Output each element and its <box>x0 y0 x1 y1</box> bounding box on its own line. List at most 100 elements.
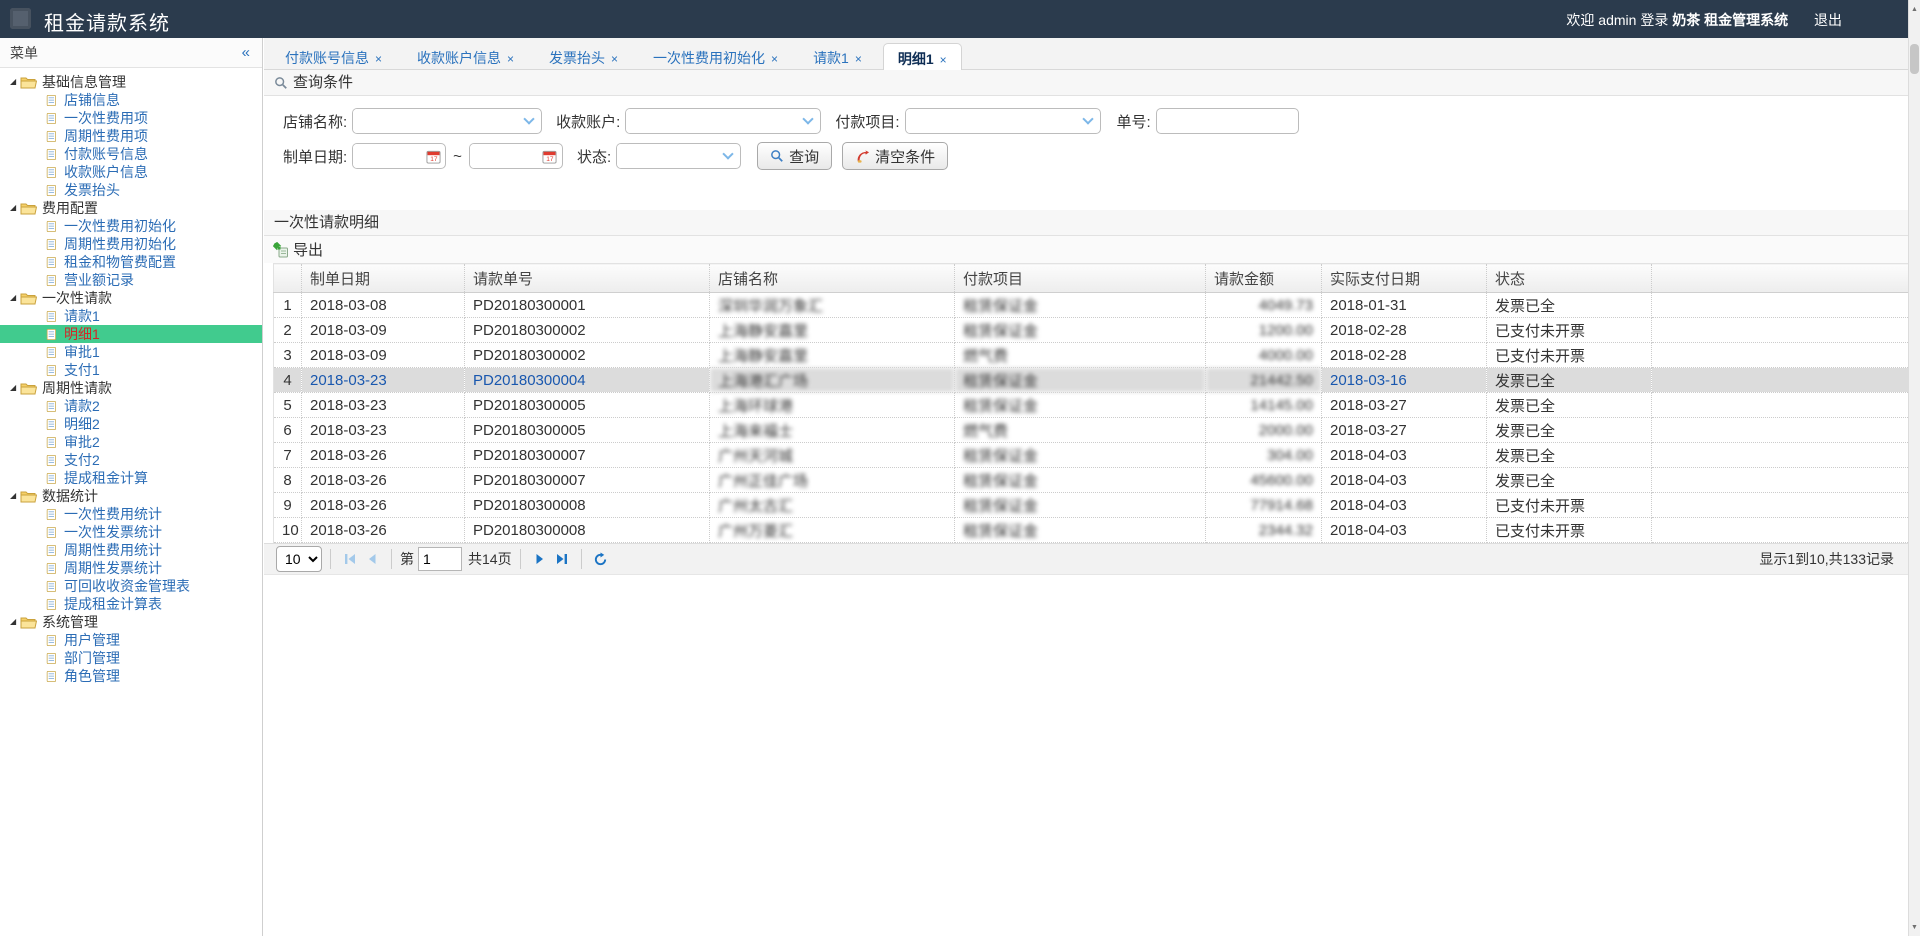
table-row[interactable]: 52018-03-23PD20180300005上海环球港租赁保证金14145.… <box>274 393 1909 418</box>
table-row[interactable]: 102018-03-26PD20180300008广州万菱汇租赁保证金2344.… <box>274 518 1909 543</box>
column-header[interactable]: 付款项目 <box>955 264 1206 293</box>
tree-item-0-5[interactable]: 发票抬头 <box>0 181 262 199</box>
tab-close-icon[interactable]: × <box>507 52 514 66</box>
calendar-icon[interactable]: 17 <box>421 144 445 168</box>
last-page-icon[interactable] <box>551 548 573 570</box>
chevron-down-icon[interactable] <box>716 144 740 168</box>
make-date-from[interactable]: 17 <box>352 143 446 169</box>
tab-close-icon[interactable]: × <box>611 52 618 66</box>
scrollbar-thumb[interactable] <box>1910 44 1919 74</box>
tree-item-3-3[interactable]: 支付2 <box>0 451 262 469</box>
column-header[interactable]: 实际支付日期 <box>1322 264 1487 293</box>
tree-item-4-4[interactable]: 可回收收资金管理表 <box>0 577 262 595</box>
tree-item-2-0[interactable]: 请款1 <box>0 307 262 325</box>
tree-item-0-1[interactable]: 一次性费用项 <box>0 109 262 127</box>
tree-folder-1[interactable]: ◢费用配置 <box>0 199 262 217</box>
table-row[interactable]: 92018-03-26PD20180300008广州太古汇租赁保证金77914.… <box>274 493 1909 518</box>
make-date-to[interactable]: 17 <box>469 143 563 169</box>
pay-item-input[interactable] <box>906 109 1076 133</box>
tree-folder-3[interactable]: ◢周期性请款 <box>0 379 262 397</box>
tree-expand-icon[interactable]: ◢ <box>10 199 20 217</box>
tree-item-3-4[interactable]: 提成租金计算 <box>0 469 262 487</box>
tab-close-icon[interactable]: × <box>771 52 778 66</box>
tree-item-0-3[interactable]: 付款账号信息 <box>0 145 262 163</box>
tree-expand-icon[interactable]: ◢ <box>10 379 20 397</box>
tree-expand-icon[interactable]: ◢ <box>10 73 20 91</box>
tree-folder-2[interactable]: ◢一次性请款 <box>0 289 262 307</box>
scroll-up-icon[interactable]: ▲ <box>1909 2 1920 16</box>
tree-item-0-4[interactable]: 收款账户信息 <box>0 163 262 181</box>
tree-item-1-2[interactable]: 租金和物管费配置 <box>0 253 262 271</box>
page-number-input[interactable] <box>418 547 462 571</box>
tree-item-4-0[interactable]: 一次性费用统计 <box>0 505 262 523</box>
make-date-from-input[interactable] <box>353 144 421 168</box>
tree-expand-icon[interactable]: ◢ <box>10 613 20 631</box>
vertical-scrollbar[interactable]: ▲ ▼ <box>1908 0 1920 936</box>
table-row[interactable]: 22018-03-09PD20180300002上海静安嘉里租赁保证金1200.… <box>274 318 1909 343</box>
table-row[interactable]: 12018-03-08PD20180300001深圳华润万象汇租赁保证金4049… <box>274 293 1909 318</box>
tree-item-4-3[interactable]: 周期性发票统计 <box>0 559 262 577</box>
tree-folder-5[interactable]: ◢系统管理 <box>0 613 262 631</box>
status-combo[interactable] <box>616 143 741 169</box>
tree-item-3-1[interactable]: 明细2 <box>0 415 262 433</box>
table-row[interactable]: 32018-03-09PD20180300002上海静安嘉里燃气费4000.00… <box>274 343 1909 368</box>
scroll-down-icon[interactable]: ▼ <box>1909 920 1920 934</box>
table-row[interactable]: 62018-03-23PD20180300005上海来福士燃气费2000.002… <box>274 418 1909 443</box>
status-input[interactable] <box>617 144 716 168</box>
shop-name-input[interactable] <box>353 109 517 133</box>
shop-name-combo[interactable] <box>352 108 542 134</box>
column-header[interactable]: 店铺名称 <box>710 264 955 293</box>
clear-button[interactable]: 清空条件 <box>842 142 948 170</box>
search-button[interactable]: 查询 <box>757 142 832 170</box>
table-row[interactable]: 82018-03-26PD20180300007广州正佳广场租赁保证金45600… <box>274 468 1909 493</box>
tree-item-3-2[interactable]: 审批2 <box>0 433 262 451</box>
table-row[interactable]: 72018-03-26PD20180300007广州天河城租赁保证金304.00… <box>274 443 1909 468</box>
tree-item-0-2[interactable]: 周期性费用项 <box>0 127 262 145</box>
pay-item-combo[interactable] <box>905 108 1101 134</box>
column-header[interactable]: 制单日期 <box>302 264 465 293</box>
first-page-icon[interactable] <box>339 548 361 570</box>
chevron-down-icon[interactable] <box>796 109 820 133</box>
column-header[interactable] <box>274 264 302 293</box>
refresh-icon[interactable] <box>590 548 612 570</box>
tree-item-1-0[interactable]: 一次性费用初始化 <box>0 217 262 235</box>
tree-item-5-1[interactable]: 部门管理 <box>0 649 262 667</box>
tree-item-4-5[interactable]: 提成租金计算表 <box>0 595 262 613</box>
tree-item-4-2[interactable]: 周期性费用统计 <box>0 541 262 559</box>
export-button[interactable]: 导出 <box>273 239 323 260</box>
tree-folder-0[interactable]: ◢基础信息管理 <box>0 73 262 91</box>
bill-no-input[interactable] <box>1156 108 1299 134</box>
tree-folder-4[interactable]: ◢数据统计 <box>0 487 262 505</box>
sidebar-collapse-icon[interactable]: « <box>242 38 250 68</box>
calendar-icon[interactable]: 17 <box>538 144 562 168</box>
tree-item-2-3[interactable]: 支付1 <box>0 361 262 379</box>
tree-item-2-2[interactable]: 审批1 <box>0 343 262 361</box>
tree-item-3-0[interactable]: 请款2 <box>0 397 262 415</box>
prev-page-icon[interactable] <box>361 548 383 570</box>
column-header[interactable]: 请款金额 <box>1206 264 1322 293</box>
tree-item-5-2[interactable]: 角色管理 <box>0 667 262 685</box>
tab-close-icon[interactable]: × <box>375 52 382 66</box>
tree-item-1-1[interactable]: 周期性费用初始化 <box>0 235 262 253</box>
tree-expand-icon[interactable]: ◢ <box>10 487 20 505</box>
column-header[interactable]: 请款单号 <box>465 264 710 293</box>
tree-item-0-0[interactable]: 店铺信息 <box>0 91 262 109</box>
tab-close-icon[interactable]: × <box>855 52 862 66</box>
tree-item-5-0[interactable]: 用户管理 <box>0 631 262 649</box>
make-date-to-input[interactable] <box>470 144 538 168</box>
column-header[interactable]: 状态 <box>1487 264 1652 293</box>
tab-close-icon[interactable]: × <box>940 53 947 67</box>
page-size-select[interactable]: 10 <box>276 546 322 572</box>
tree-item-4-1[interactable]: 一次性发票统计 <box>0 523 262 541</box>
chevron-down-icon[interactable] <box>1076 109 1100 133</box>
tree-item-2-1[interactable]: 明细1 <box>0 325 262 343</box>
payee-account-combo[interactable] <box>625 108 821 134</box>
tree-item-1-3[interactable]: 营业额记录 <box>0 271 262 289</box>
table-row[interactable]: 42018-03-23PD20180300004上海港汇广场租赁保证金21442… <box>274 368 1909 393</box>
logout-link[interactable]: 退出 <box>1814 12 1842 28</box>
column-header[interactable] <box>1652 264 1909 293</box>
payee-account-input[interactable] <box>626 109 796 133</box>
chevron-down-icon[interactable] <box>517 109 541 133</box>
tree-expand-icon[interactable]: ◢ <box>10 289 20 307</box>
next-page-icon[interactable] <box>529 548 551 570</box>
